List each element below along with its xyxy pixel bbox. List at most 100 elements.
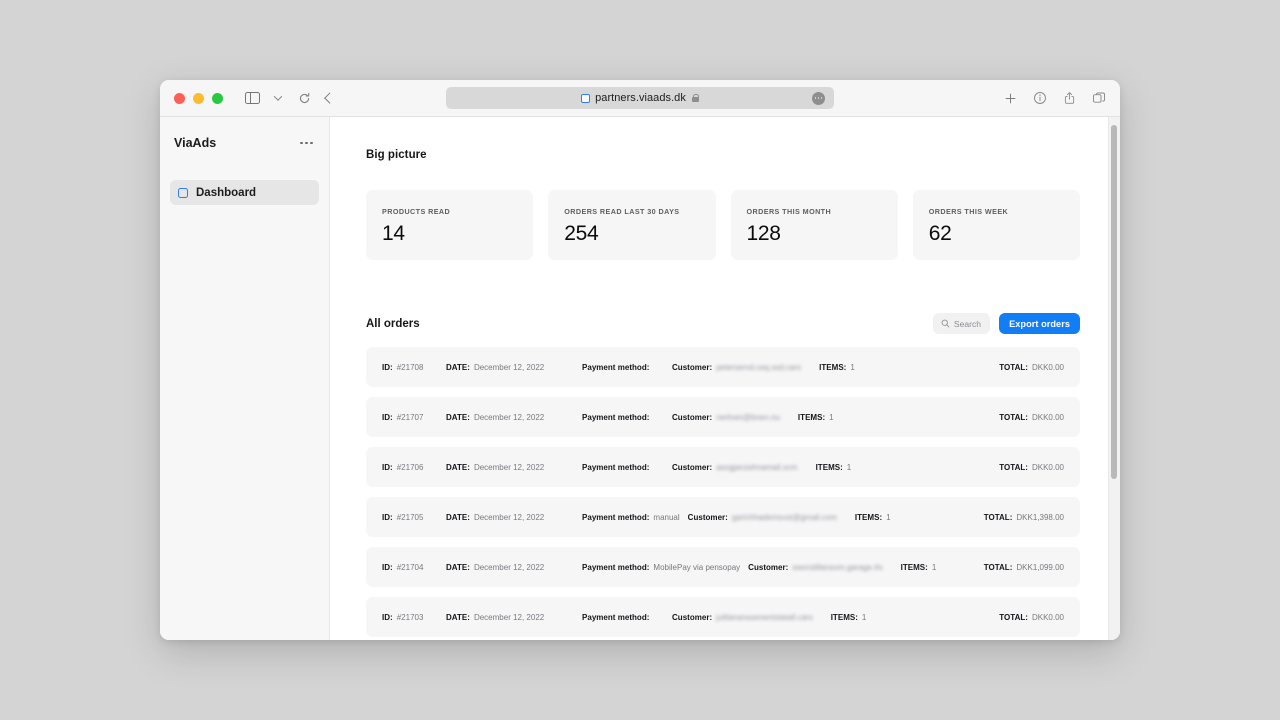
payment-label: Payment method: <box>582 562 650 572</box>
stat-label: PRODUCTS READ <box>382 207 451 216</box>
customer-email: sworstillansom.garage.#s <box>792 562 883 572</box>
sidebar-toggle-icon <box>244 92 260 104</box>
export-orders-button[interactable]: Export orders <box>999 313 1080 334</box>
browser-content: ViaAds Dashboard Big picture PRODUCTS RE… <box>160 117 1120 640</box>
items-label: ITEMS: <box>797 412 826 422</box>
order-total: DKK0.00 <box>1031 612 1064 622</box>
reload-button[interactable] <box>293 87 315 109</box>
new-tab-button[interactable] <box>1004 92 1017 105</box>
search-input[interactable]: Search <box>932 313 991 334</box>
orders-actions: Search Export orders <box>932 313 1080 334</box>
order-total: DKK0.00 <box>1031 412 1064 422</box>
back-arrow-icon <box>324 92 336 104</box>
date-label: DATE: <box>446 612 470 622</box>
payment-label: Payment method: <box>582 512 650 522</box>
toolbar-right-buttons <box>1004 91 1106 105</box>
items-count: 1 <box>886 512 891 522</box>
sidebar-item-label: Dashboard <box>196 186 257 199</box>
close-window-button[interactable] <box>174 92 185 104</box>
date-label: DATE: <box>446 562 470 572</box>
order-id: #21705 <box>396 512 424 522</box>
stat-card: ORDERS THIS WEEK 62 <box>912 190 1080 260</box>
orders-list: ID: #21708 DATE: December 12, 2022 Payment… <box>366 347 1080 637</box>
id-label: ID: <box>382 412 393 422</box>
stat-value: 14 <box>382 222 405 245</box>
extensions-icon[interactable] <box>812 91 825 105</box>
total-label: TOTAL: <box>999 362 1028 372</box>
dashboard-page: Big picture PRODUCTS READ 14 ORDERS READ… <box>330 117 1120 640</box>
customer-label: Customer: <box>748 562 789 572</box>
order-date: December 12, 2022 <box>473 562 545 572</box>
page-scrollbar-track[interactable] <box>1108 117 1120 640</box>
payment-label: Payment method: <box>582 612 650 622</box>
payment-label: Payment method: <box>582 362 650 372</box>
orders-heading: All orders <box>366 317 420 330</box>
payment-label: Payment method: <box>582 412 650 422</box>
sidebar-toggle-button[interactable] <box>241 87 263 109</box>
plus-icon <box>1005 93 1016 103</box>
share-icon <box>1064 92 1075 104</box>
sidebar-header: ViaAds <box>170 133 319 150</box>
order-id: #21708 <box>396 362 424 372</box>
tab-overview-button[interactable] <box>1092 91 1106 105</box>
stat-card: ORDERS THIS MONTH 128 <box>730 190 898 260</box>
share-button[interactable] <box>1063 91 1076 105</box>
date-label: DATE: <box>446 462 470 472</box>
search-placeholder: Search <box>953 318 982 329</box>
site-favicon-icon <box>581 93 591 103</box>
table-row[interactable]: ID: #21708 DATE: December 12, 2022 Payment… <box>366 347 1080 387</box>
items-count: 1 <box>850 362 855 372</box>
customer-label: Customer: <box>672 412 713 422</box>
app-sidebar: ViaAds Dashboard <box>160 117 330 640</box>
customer-label: Customer: <box>672 462 713 472</box>
items-count: 1 <box>931 562 937 572</box>
browser-window: partners.viaads.dk ViaAds Dashboard Big … <box>160 80 1120 640</box>
id-label: ID: <box>382 462 393 472</box>
sidebar-dropdown-button[interactable] <box>267 87 289 109</box>
page-scrollbar-thumb[interactable] <box>1111 125 1117 479</box>
payment-label: Payment method: <box>582 462 650 472</box>
table-row[interactable]: ID: #21705 DATE: December 12, 2022 Payment… <box>366 497 1080 537</box>
table-row[interactable]: ID: #21703 DATE: December 12, 2022 Payment… <box>366 597 1080 637</box>
stat-value: 254 <box>564 222 599 245</box>
items-count: 1 <box>861 612 867 622</box>
stat-label: ORDERS THIS MONTH <box>746 207 832 216</box>
payment-method: manual <box>653 512 680 522</box>
minimize-window-button[interactable] <box>193 92 204 104</box>
sidebar-nav: Dashboard <box>170 180 319 205</box>
order-total: DKK0.00 <box>1031 362 1064 372</box>
sidebar-item-dashboard[interactable]: Dashboard <box>170 180 319 205</box>
back-button[interactable] <box>319 87 341 109</box>
table-row[interactable]: ID: #21707 DATE: December 12, 2022 Payment… <box>366 397 1080 437</box>
order-total: DKK1,398.00 <box>1016 512 1064 522</box>
id-label: ID: <box>382 562 393 572</box>
dashboard-square-icon <box>178 187 188 198</box>
sidebar-more-icon[interactable] <box>298 138 315 149</box>
items-count: 1 <box>846 462 852 472</box>
total-label: TOTAL: <box>999 462 1028 472</box>
address-bar[interactable]: partners.viaads.dk <box>446 87 834 109</box>
id-label: ID: <box>382 362 393 372</box>
order-date: December 12, 2022 <box>473 412 545 422</box>
maximize-window-button[interactable] <box>212 92 223 104</box>
total-label: TOTAL: <box>999 612 1028 622</box>
toolbar-left-buttons <box>241 87 341 109</box>
order-date: December 12, 2022 <box>473 512 545 522</box>
total-label: TOTAL: <box>983 512 1013 522</box>
customer-email: garichhademsvst@gmail.com <box>731 512 837 522</box>
total-label: TOTAL: <box>999 412 1028 422</box>
table-row[interactable]: ID: #21704 DATE: December 12, 2022 Payment… <box>366 547 1080 587</box>
items-label: ITEMS: <box>854 512 883 522</box>
order-id: #21707 <box>396 412 424 422</box>
stat-label: ORDERS READ LAST 30 DAYS <box>564 207 680 216</box>
info-button[interactable] <box>1033 91 1047 105</box>
order-date: December 12, 2022 <box>473 612 545 622</box>
customer-label: Customer: <box>687 512 728 522</box>
app-title: ViaAds <box>174 136 217 150</box>
customer-label: Customer: <box>672 362 713 372</box>
table-row[interactable]: ID: #21706 DATE: December 12, 2022 Payment… <box>366 447 1080 487</box>
customer-email: peterservd.ceq.ssd.cars <box>716 362 802 372</box>
chevron-down-icon <box>273 92 283 101</box>
customer-email: juttlananssenentstatall.cars <box>716 612 813 622</box>
url-text: partners.viaads.dk <box>595 92 686 104</box>
